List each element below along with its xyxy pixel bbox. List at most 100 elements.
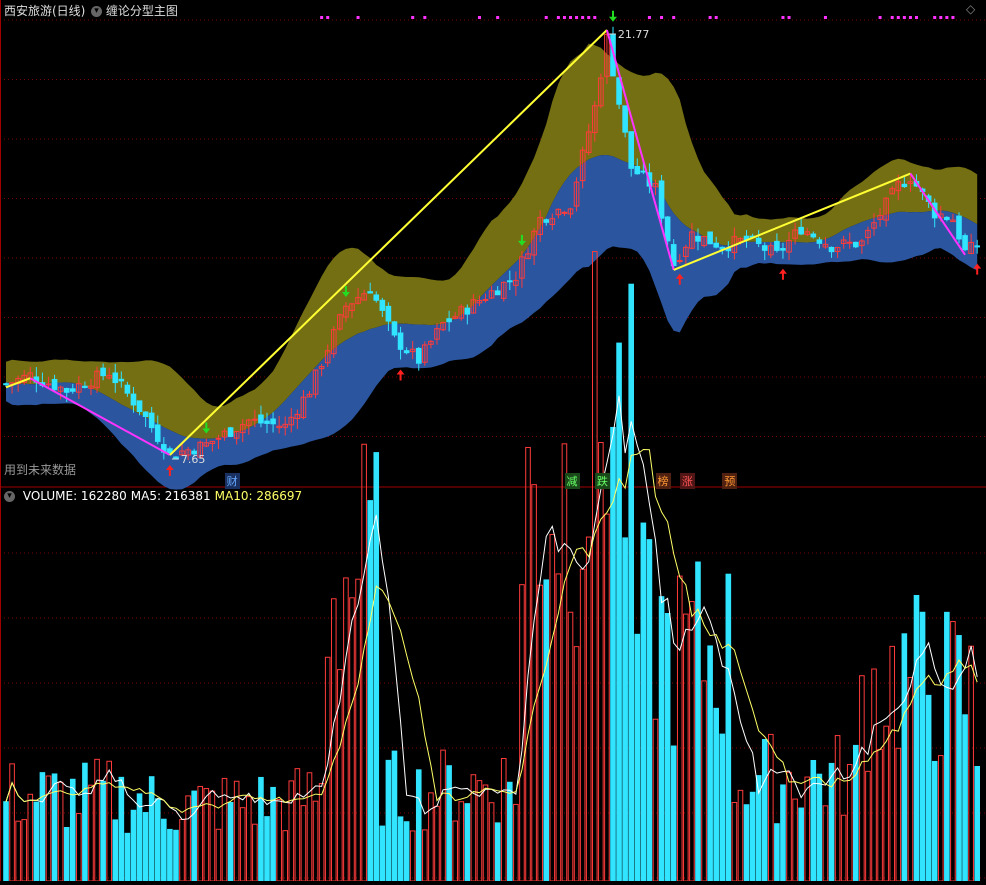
volume-bar bbox=[15, 820, 21, 882]
event-label[interactable]: 预 bbox=[722, 473, 738, 489]
volume-bar bbox=[719, 733, 726, 882]
candle-body bbox=[112, 372, 119, 384]
candle-body bbox=[761, 245, 768, 251]
volume-bar bbox=[27, 793, 34, 882]
candle-body bbox=[397, 332, 404, 350]
volume-bar bbox=[689, 601, 695, 882]
indicator-selector[interactable]: ▾ 缠论分型主图 bbox=[91, 2, 178, 19]
volume-bar bbox=[828, 762, 835, 882]
event-label[interactable]: 跌 bbox=[594, 473, 610, 489]
volume-bar bbox=[494, 822, 501, 882]
candle-body bbox=[385, 305, 392, 322]
candle-body bbox=[173, 456, 179, 459]
candle-body bbox=[215, 437, 222, 440]
candle-body bbox=[124, 384, 131, 394]
candle-body bbox=[464, 307, 471, 315]
volume-bar bbox=[312, 800, 319, 882]
ma10-line bbox=[5, 449, 978, 813]
event-label[interactable]: 涨 bbox=[679, 473, 695, 489]
buy-arrow-icon bbox=[396, 369, 405, 381]
candle-body bbox=[258, 414, 264, 424]
volume-bar bbox=[761, 738, 768, 882]
chevron-down-icon[interactable]: ▾ bbox=[4, 491, 15, 502]
event-label[interactable]: 财 bbox=[224, 473, 240, 489]
kline-chart-svg[interactable]: 21.77 7.65 bbox=[0, 0, 986, 882]
volume-bar bbox=[585, 536, 592, 882]
fractal-dot bbox=[915, 16, 918, 19]
volume-bar bbox=[440, 749, 446, 882]
candle-body bbox=[853, 241, 859, 248]
fractal-dot bbox=[908, 16, 912, 19]
volume-bar bbox=[840, 814, 847, 882]
volume-bar bbox=[330, 598, 337, 882]
candle-body bbox=[373, 294, 380, 301]
volume-bar bbox=[591, 251, 598, 882]
volume-bar bbox=[252, 823, 258, 882]
candle-body bbox=[810, 233, 817, 238]
fractal-dot bbox=[411, 16, 415, 19]
volume-bar bbox=[203, 788, 210, 882]
volume-bar bbox=[640, 522, 647, 882]
fractal-dot bbox=[672, 16, 676, 19]
chevron-down-icon[interactable]: ▾ bbox=[91, 6, 102, 17]
volume-bar bbox=[379, 825, 386, 882]
volume-bar bbox=[349, 597, 355, 882]
volume-metrics: VOLUME: 162280 MA5: 216381 MA10: 286697 bbox=[19, 489, 302, 503]
volume-bar bbox=[21, 819, 28, 882]
volume-bar bbox=[883, 725, 889, 882]
fractal-dot bbox=[569, 16, 573, 19]
volume-bar bbox=[561, 443, 568, 882]
volume-bar bbox=[191, 790, 197, 882]
candle-body bbox=[148, 412, 155, 429]
volume-bar bbox=[786, 771, 792, 882]
volume-bar bbox=[179, 819, 185, 882]
volume-bar bbox=[300, 805, 307, 882]
candle-body bbox=[640, 170, 647, 173]
volume-bar bbox=[397, 816, 404, 882]
candle-body bbox=[118, 378, 125, 382]
volume-bar bbox=[737, 789, 744, 882]
candle-body bbox=[154, 424, 161, 442]
volume-bar bbox=[664, 613, 671, 882]
candle-body bbox=[142, 411, 149, 418]
candle-body bbox=[136, 400, 143, 413]
candle-body bbox=[403, 350, 410, 354]
volume-bar bbox=[956, 635, 962, 882]
settings-diamond-icon[interactable]: ◇ bbox=[966, 2, 975, 16]
candle-body bbox=[707, 231, 713, 245]
volume-bar bbox=[937, 755, 944, 882]
indicator-title[interactable]: 缠论分型主图 bbox=[106, 4, 178, 18]
volume-bar bbox=[294, 768, 301, 882]
volume-bar bbox=[112, 819, 119, 882]
volume-bar bbox=[154, 798, 161, 882]
candle-body bbox=[780, 248, 786, 251]
fractal-dot bbox=[945, 16, 949, 19]
volume-bar bbox=[258, 776, 264, 882]
volume-bar bbox=[215, 828, 222, 882]
candle-body bbox=[658, 180, 665, 219]
candle-body bbox=[379, 299, 386, 311]
fractal-dot bbox=[326, 16, 330, 19]
stock-title[interactable]: 西安旅游(日线) bbox=[4, 2, 85, 19]
volume-bar bbox=[470, 774, 477, 882]
candle-body bbox=[956, 215, 962, 240]
volume-metric: VOLUME: 162280 bbox=[22, 489, 127, 503]
candle-body bbox=[944, 216, 950, 221]
volume-bar bbox=[877, 748, 883, 882]
volume-bar bbox=[865, 770, 871, 882]
volume-bar bbox=[604, 513, 610, 882]
volume-bar bbox=[57, 781, 64, 882]
volume-bar bbox=[634, 633, 641, 882]
candle-body bbox=[3, 383, 9, 386]
candle-body bbox=[264, 420, 270, 424]
candle-body bbox=[561, 211, 568, 214]
volume-bar bbox=[409, 830, 416, 882]
candle-body bbox=[634, 166, 641, 175]
candle-body bbox=[828, 246, 835, 253]
event-label[interactable]: 榜 bbox=[655, 473, 671, 489]
event-label[interactable]: 减 bbox=[564, 473, 580, 489]
candle-body bbox=[51, 378, 58, 391]
volume-bar bbox=[871, 668, 877, 882]
volume-bar bbox=[227, 802, 234, 882]
volume-bar bbox=[488, 802, 495, 882]
